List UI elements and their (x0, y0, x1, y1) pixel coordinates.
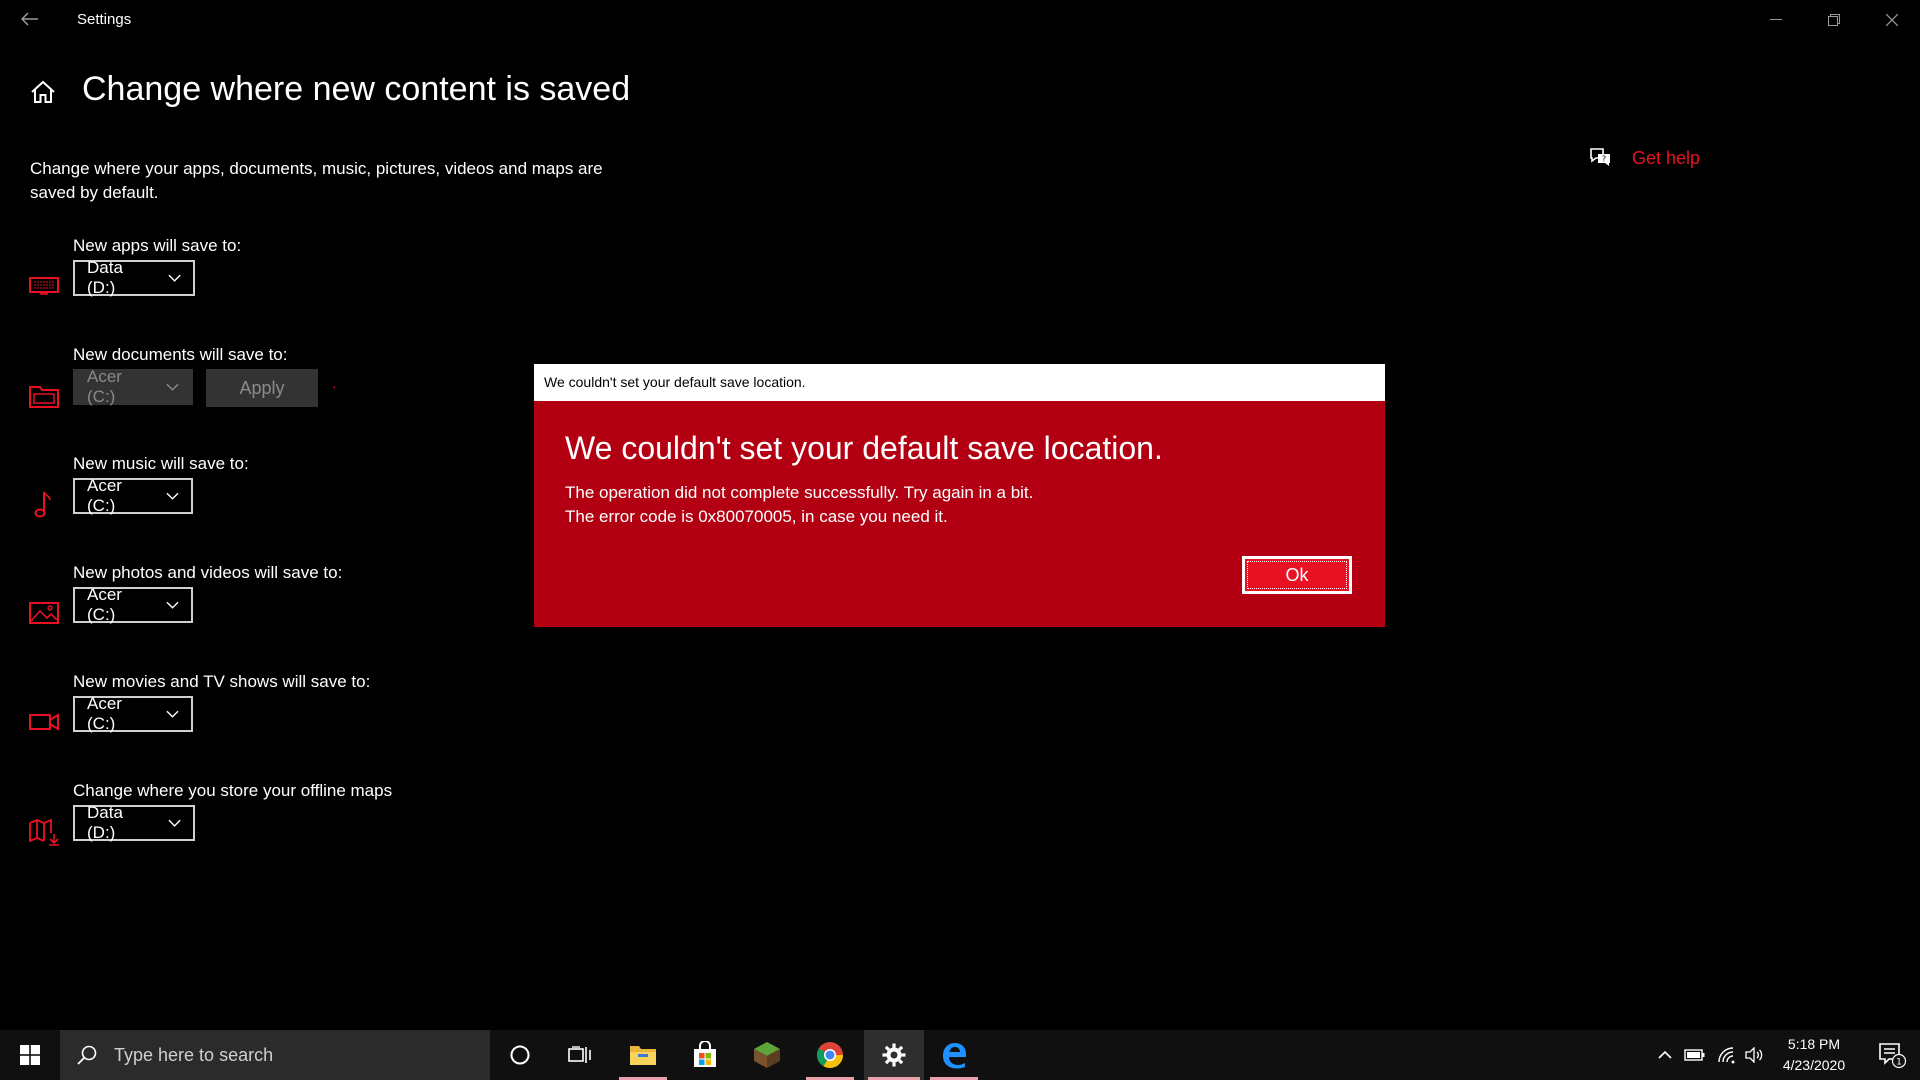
clock-date: 4/23/2020 (1782, 1057, 1846, 1073)
file-explorer-button[interactable] (615, 1030, 671, 1080)
busy-indicator: · (332, 378, 337, 394)
search-input[interactable] (112, 1043, 476, 1067)
notification-count: 1 (1896, 1058, 1902, 1068)
chevron-down-icon (166, 383, 179, 391)
photos-drive-dropdown[interactable]: Acer (C:) (73, 585, 193, 624)
dropdown-value: Acer (C:) (87, 585, 122, 624)
restore-icon (1828, 14, 1840, 26)
page-title: Change where new content is saved (82, 70, 631, 108)
dropdown-value: Acer (C:) (87, 476, 122, 515)
gear-icon (882, 1043, 906, 1067)
setting-label: Change where you store your offline maps (73, 781, 393, 800)
dialog-message: The operation did not complete successfu… (565, 481, 1033, 529)
taskbar: 5:18 PM 4/23/2020 1 (0, 1030, 1920, 1080)
store-button[interactable] (677, 1030, 733, 1080)
minimize-icon (1770, 19, 1782, 20)
setting-label: New apps will save to: (73, 236, 242, 255)
battery-icon (1684, 1049, 1705, 1061)
music-note-icon (34, 491, 51, 518)
setting-label: New documents will save to: (73, 345, 288, 364)
wifi-icon (1718, 1047, 1735, 1064)
clock[interactable]: 5:18 PM 4/23/2020 (1764, 1034, 1864, 1076)
show-hidden-icons-button[interactable] (1652, 1030, 1678, 1080)
speaker-icon (1745, 1047, 1763, 1063)
page-description: Change where your apps, documents, music… (30, 159, 603, 202)
error-dialog: We couldn't set your default save locati… (534, 364, 1385, 627)
search-icon (77, 1045, 97, 1065)
photo-icon (29, 602, 59, 624)
restore-button[interactable] (1806, 0, 1862, 40)
chat-help-icon: ? (1590, 148, 1610, 166)
setting-label: New movies and TV shows will save to: (73, 672, 371, 691)
file-explorer-icon (630, 1046, 656, 1065)
settings-app-button[interactable] (864, 1030, 924, 1080)
setting-label: New photos and videos will save to: (73, 563, 343, 582)
back-button[interactable] (18, 6, 42, 34)
title-bar: Settings (0, 0, 1920, 40)
chevron-down-icon (166, 601, 179, 609)
dropdown-value: Data (D:) (87, 258, 123, 297)
battery-button[interactable] (1680, 1030, 1710, 1080)
store-bag-icon (694, 1041, 716, 1067)
dialog-body: We couldn't set your default save locati… (534, 401, 1385, 627)
chrome-icon (816, 1042, 844, 1069)
dialog-heading: We couldn't set your default save locati… (565, 430, 1163, 466)
clock-time: 5:18 PM (1787, 1036, 1841, 1052)
start-button[interactable] (0, 1030, 60, 1080)
apply-button[interactable]: Apply (206, 369, 318, 407)
close-button[interactable] (1864, 0, 1920, 40)
folder-icon (29, 386, 59, 408)
dialog-message-line: The operation did not complete successfu… (565, 483, 1034, 502)
get-help-link[interactable]: ? Get help (1588, 147, 1700, 169)
map-icon (29, 818, 59, 846)
dialog-message-line: The error code is 0x80070005, in case yo… (565, 507, 948, 526)
dropdown-value: Data (D:) (87, 803, 123, 842)
back-arrow-icon (20, 12, 38, 26)
maps-drive-dropdown[interactable]: Data (D:) (73, 803, 195, 842)
chevron-down-icon (166, 492, 179, 500)
chevron-down-icon (168, 274, 181, 282)
svg-text:?: ? (1602, 155, 1606, 164)
edge-button[interactable] (926, 1030, 982, 1080)
home-icon[interactable] (29, 78, 57, 106)
action-center-button[interactable]: 1 (1864, 1030, 1920, 1080)
task-view-button[interactable] (552, 1030, 608, 1080)
edge-browser-icon (943, 1043, 966, 1069)
minecraft-button[interactable] (739, 1030, 795, 1080)
chrome-button[interactable] (802, 1030, 858, 1080)
music-drive-dropdown[interactable]: Acer (C:) (73, 476, 193, 515)
dropdown-value: Acer (C:) (87, 694, 122, 733)
close-icon (1886, 14, 1898, 26)
apps-drive-dropdown[interactable]: Data (D:) (73, 258, 195, 297)
documents-drive-dropdown[interactable]: Acer (C:) (73, 367, 193, 406)
minecraft-block-icon (754, 1042, 780, 1068)
minimize-button[interactable] (1748, 0, 1804, 40)
chevron-down-icon (166, 710, 179, 718)
video-camera-icon (29, 713, 59, 731)
get-help-label: Get help (1632, 147, 1701, 168)
ok-button[interactable]: Ok (1242, 556, 1352, 594)
taskbar-search[interactable] (60, 1030, 490, 1080)
chevron-down-icon (168, 819, 181, 827)
dialog-title: We couldn't set your default save locati… (534, 364, 1385, 401)
notification-icon: 1 (1879, 1043, 1907, 1069)
setting-label: New music will save to: (73, 454, 249, 473)
movies-drive-dropdown[interactable]: Acer (C:) (73, 694, 193, 733)
cortana-button[interactable] (492, 1030, 548, 1080)
dropdown-value: Acer (C:) (87, 367, 122, 406)
chevron-up-icon (1658, 1050, 1672, 1059)
app-title: Settings (77, 11, 132, 28)
cortana-circle-icon (510, 1045, 530, 1065)
network-button[interactable] (1712, 1030, 1742, 1080)
monitor-icon (29, 277, 59, 295)
task-view-icon (568, 1046, 591, 1063)
windows-logo-icon (20, 1045, 40, 1065)
